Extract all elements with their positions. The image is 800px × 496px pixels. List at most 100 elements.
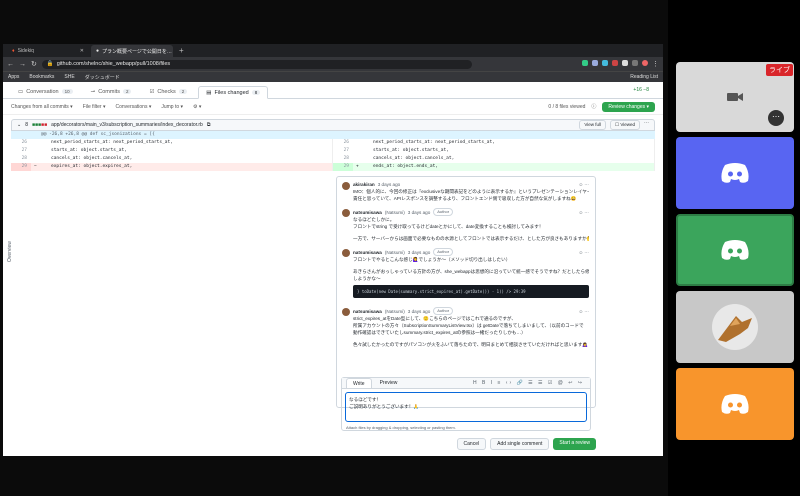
forward-icon[interactable]: →: [19, 61, 26, 68]
conversation-icon: ▭: [18, 88, 24, 95]
add-single-comment-button[interactable]: Add single comment: [490, 438, 550, 450]
cancel-button[interactable]: Cancel: [456, 438, 487, 450]
comment-author[interactable]: natsumisawa: [353, 249, 382, 256]
comment-meta: natsumisawa (Natsumi) 3 days ago Author ☺ ⋯: [353, 248, 589, 256]
bookmark-apps[interactable]: Apps: [8, 74, 19, 80]
tab-preview[interactable]: Preview: [374, 378, 404, 388]
comment-list: akirakiran 3 days ago ☺ ⋯ IMO：個人的に、今回の修正は『e…: [337, 177, 595, 350]
diff-row[interactable]: 27 starts_at: object.starts_at,: [11, 147, 332, 155]
collapse-chevron-icon[interactable]: ⌄: [17, 122, 21, 128]
comment-time[interactable]: 3 days ago: [408, 209, 430, 216]
tab-files-changed[interactable]: ▤ Files changed 8: [198, 86, 269, 99]
tab-label: プラン概要ページで公開日を…: [102, 48, 172, 55]
discord-logo-icon: [721, 394, 749, 414]
comment-menu-icon[interactable]: ☺ ⋯: [578, 308, 589, 315]
file-path[interactable]: app/decorators/main_v3/subscription_summ…: [51, 122, 203, 128]
review-comment: natsumisawa (Natsumi) 3 days ago Author ☺ ⋯ フ…: [337, 244, 595, 303]
profile-avatar[interactable]: [642, 60, 648, 66]
avatar[interactable]: [342, 182, 350, 190]
participant-tile-cat[interactable]: [676, 291, 794, 363]
tab-commits[interactable]: ⊸ Commits 2: [84, 85, 139, 98]
bookmark-bookmarks[interactable]: Bookmarks: [29, 74, 54, 80]
help-icon[interactable]: ⓘ: [591, 103, 596, 110]
reading-list[interactable]: Reading List: [630, 74, 658, 80]
bookmark-dashboard[interactable]: ダッシュボード: [85, 74, 120, 81]
avatar[interactable]: [342, 308, 350, 316]
back-icon[interactable]: ←: [7, 61, 14, 68]
review-changes-button[interactable]: Review changes ▾: [602, 101, 655, 112]
hunk-header[interactable]: @@ -26,8 +26,8 @@ def sc_jsonizations = …: [11, 131, 655, 139]
extension-icon[interactable]: [602, 60, 608, 66]
diff-row[interactable]: 26 next_period_starts_at: next_period_sta…: [333, 139, 654, 147]
file-menu-icon[interactable]: ⋯: [644, 120, 649, 130]
line-number[interactable]: 28: [333, 155, 353, 163]
comment-author[interactable]: natsumisawa: [353, 209, 382, 216]
participant-tile-discord[interactable]: [676, 214, 794, 286]
reload-icon[interactable]: ↻: [31, 60, 37, 68]
changes-from-dropdown[interactable]: Changes from all commits ▾: [11, 104, 73, 110]
extension-icon[interactable]: [622, 60, 628, 66]
diff-settings-gear-icon[interactable]: ⚙ ▾: [193, 104, 201, 110]
address-bar-row: ← → ↻ 🔒 github.com/shelnc/shie_webapp/pu…: [3, 57, 663, 71]
diff-row[interactable]: 27 starts_at: object.starts_at,: [333, 147, 654, 155]
bookmark-she[interactable]: SHE: [64, 74, 74, 80]
diff-row[interactable]: 28 cancels_at: object.cancels_at,: [11, 155, 332, 163]
cat-avatar: [712, 304, 758, 350]
comment-author[interactable]: natsumisawa: [353, 308, 382, 315]
diff-row[interactable]: 29− expires_at: object.expires_at,: [11, 163, 332, 171]
start-review-button[interactable]: Start a review: [553, 438, 596, 450]
viewed-checkbox[interactable]: ☐ Viewed: [610, 120, 640, 130]
comment-text: しようかな〜: [353, 276, 381, 281]
comment-menu-icon[interactable]: ☺ ⋯: [578, 181, 589, 188]
line-number[interactable]: 29: [11, 163, 31, 171]
comment-time[interactable]: 3 days ago: [408, 308, 430, 315]
comment-menu-icon[interactable]: ☺ ⋯: [578, 209, 589, 216]
line-number[interactable]: 26: [11, 139, 31, 147]
diff-row[interactable]: 29 + ends_at: object.ends_at,: [333, 163, 654, 171]
diff-bar-icon: ■■■■■: [31, 122, 48, 128]
formatting-toolbar[interactable]: H B I ≡ ‹› 🔗 ☰ ☰ ☑ @ ↩ ↪: [467, 378, 590, 388]
comment-menu-icon[interactable]: ☺ ⋯: [578, 249, 589, 256]
more-options-icon[interactable]: ⋯: [768, 110, 784, 126]
jump-to-dropdown[interactable]: Jump to ▾: [161, 104, 183, 110]
line-number[interactable]: 26: [333, 139, 353, 147]
tab-conversation[interactable]: ▭ Conversation 10: [11, 85, 80, 98]
overview-label: Overview: [7, 241, 13, 262]
attach-hint[interactable]: Attach files by dragging & dropping, sel…: [342, 425, 590, 430]
extension-icon[interactable]: [632, 60, 638, 66]
conversations-dropdown[interactable]: Conversations ▾: [116, 104, 152, 110]
code-line: starts_at: object.starts_at,: [373, 148, 449, 153]
copy-path-icon[interactable]: ⧉: [207, 122, 211, 128]
participant-tile-discord[interactable]: [676, 137, 794, 209]
diff-row[interactable]: 26 next_period_starts_at: next_period_sta…: [11, 139, 332, 147]
comment-time[interactable]: 3 days ago: [408, 249, 430, 256]
avatar[interactable]: [342, 249, 350, 257]
close-tab-icon[interactable]: ✕: [80, 48, 84, 54]
participant-tile-discord[interactable]: [676, 368, 794, 440]
tab-checks[interactable]: ☑ Checks 2: [142, 85, 194, 98]
line-number[interactable]: 29: [333, 163, 353, 171]
comment-time[interactable]: 3 days ago: [378, 181, 400, 188]
menu-dots-icon[interactable]: ⋮: [652, 60, 659, 68]
line-number[interactable]: 28: [11, 155, 31, 163]
file-filter-dropdown[interactable]: File filter ▾: [83, 104, 106, 110]
extension-icon[interactable]: [582, 60, 588, 66]
author-badge: Author: [433, 248, 454, 256]
line-number[interactable]: 27: [11, 147, 31, 155]
new-tab-button[interactable]: +: [175, 45, 188, 57]
browser-tab-sidekiq[interactable]: ♦ Sidekiq ✕: [7, 45, 89, 57]
avatar[interactable]: [342, 209, 350, 217]
overview-tab[interactable]: Overview: [7, 241, 13, 262]
view-full-button[interactable]: View full: [579, 120, 607, 130]
comment-author[interactable]: akirakiran: [353, 181, 375, 188]
review-comment: natsumisawa (Natsumi) 3 days ago Author ☺ ⋯ s…: [337, 303, 595, 350]
browser-tab-github[interactable]: ● プラン概要ページで公開日を… ✕: [91, 45, 173, 57]
tab-write[interactable]: Write: [346, 378, 372, 388]
reply-textarea[interactable]: なるほどです！ ご説明ありがとうございます！🙏: [345, 392, 587, 422]
diff-row[interactable]: 28 cancels_at: object.cancels_at,: [333, 155, 654, 163]
extension-icon[interactable]: [612, 60, 618, 66]
line-number[interactable]: 27: [333, 147, 353, 155]
url-field[interactable]: 🔒 github.com/shelnc/shie_webapp/pull/100…: [41, 59, 472, 69]
extension-icon[interactable]: [592, 60, 598, 66]
code-snippet: } toDate(new Date(summary.strict_expires…: [353, 285, 589, 298]
